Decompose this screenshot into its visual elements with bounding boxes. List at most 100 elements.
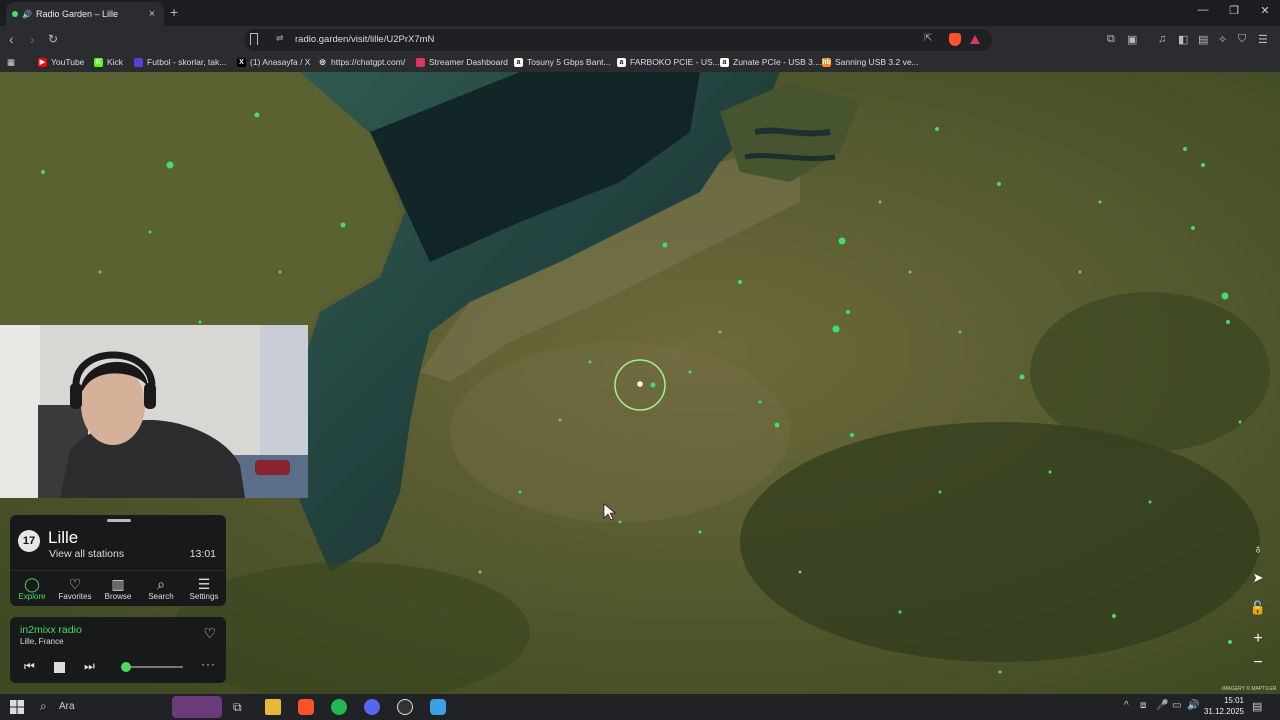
bookmark-icon[interactable] [250, 33, 258, 45]
local-time: 13:01 [189, 548, 216, 560]
bookmark-item[interactable]: Futbol - skorlar, tak... [134, 57, 226, 67]
bookmark-label: https://chatgpt.com/ [331, 57, 406, 67]
restore-button[interactable]: ❐ [1219, 4, 1249, 17]
heart-icon: ♡ [68, 576, 82, 592]
hb-icon: hb [822, 57, 831, 67]
file-explorer-icon[interactable] [265, 699, 281, 715]
nav-label: Explore [18, 592, 46, 601]
bookmark-item[interactable]: Streamer Dashboard [416, 57, 508, 67]
widgets-icon[interactable] [172, 696, 222, 718]
network-icon[interactable]: ▭ [1172, 700, 1181, 711]
zoom-out-icon[interactable]: − [1248, 653, 1268, 673]
balloon-icon[interactable]: ♁ [1248, 539, 1268, 559]
brave-browser-icon[interactable] [298, 699, 314, 715]
tab-bar: 🔊 Radio Garden – Lille × + — ❐ ✕ [0, 0, 1280, 26]
locate-icon[interactable]: ➤ [1248, 568, 1268, 588]
nav-label: Browse [104, 592, 132, 601]
drag-handle[interactable] [107, 519, 131, 522]
obs-icon[interactable] [397, 699, 413, 715]
audio-playing-icon[interactable]: 🔊 [22, 10, 32, 19]
close-window-button[interactable]: ✕ [1250, 4, 1280, 17]
notifications-icon[interactable]: ▤ [1252, 700, 1262, 713]
station-name[interactable]: in2mixx radio [20, 624, 82, 636]
stop-button[interactable] [54, 662, 65, 673]
leo-ai-icon[interactable]: ✧ [1218, 33, 1227, 46]
extensions-icon[interactable]: ⧉ [1107, 33, 1115, 46]
nav-explore[interactable]: ◯ Explore [11, 576, 53, 601]
app-icon[interactable] [430, 699, 446, 715]
back-icon[interactable]: ‹ [9, 32, 14, 46]
panel-nav: ◯ Explore ♡ Favorites ▥ Browse ⌕ Search ☰ Setting… [10, 570, 226, 606]
bookmark-item[interactable]: ▶ YouTube [38, 57, 84, 67]
bookmark-label: Futbol - skorlar, tak... [147, 57, 227, 67]
city-name: Lille [48, 528, 79, 547]
microphone-icon[interactable]: 🎤 [1156, 700, 1168, 711]
clock-time: 15:01 [1223, 696, 1244, 705]
amazon-icon: a [617, 57, 626, 67]
menu-icon[interactable]: ☰ [1258, 33, 1268, 46]
bookmark-item[interactable]: a Zunate PCIe - USB 3.... [720, 57, 822, 67]
webcam-overlay [0, 325, 308, 498]
spotify-icon[interactable] [331, 699, 347, 715]
reload-icon[interactable]: ↻ [48, 32, 58, 46]
bookmark-item[interactable]: ◎ https://chatgpt.com/ [318, 57, 405, 67]
selected-location-dot[interactable] [637, 381, 643, 387]
nav-label: Search [148, 592, 174, 601]
explore-icon: ◯ [24, 576, 40, 592]
sidebar-icon[interactable]: ◧ [1178, 33, 1188, 46]
bookmark-item[interactable]: K Kick [94, 57, 123, 67]
system-clock[interactable]: 15:01 31.12.2025 [1202, 695, 1244, 717]
search-icon: ⌕ [157, 576, 165, 592]
discord-icon[interactable] [364, 699, 380, 715]
webcam-feed [0, 325, 308, 498]
wallet-icon[interactable]: ▤ [1198, 33, 1208, 46]
vpn-icon[interactable]: ⛉ [1238, 33, 1246, 46]
view-all-stations-link[interactable]: View all stations [49, 548, 124, 560]
brave-shields-icon[interactable] [949, 33, 961, 46]
favorite-heart-icon[interactable]: ♡ [203, 625, 216, 642]
task-view-icon[interactable]: ⧉ [233, 700, 242, 715]
nav-settings[interactable]: ☰ Settings [183, 576, 225, 601]
lock-icon[interactable]: 🔓 [1248, 598, 1268, 618]
address-bar[interactable]: ⇌ radio.garden/visit/lille/U2PrX7mN ⇱ [244, 29, 992, 51]
youtube-icon: ▶ [38, 57, 47, 67]
more-options-icon[interactable]: ··· [201, 657, 216, 671]
tab-close-icon[interactable]: × [146, 8, 158, 20]
bookmark-item[interactable]: a Tosuny 5 Gbps Bant... [514, 57, 611, 67]
forward-icon[interactable]: › [30, 32, 35, 46]
zoom-in-icon[interactable]: + [1248, 629, 1268, 649]
new-tab-button[interactable]: + [170, 4, 178, 20]
wallet-icon[interactable]: ▣ [1127, 33, 1137, 46]
tray-app-icon[interactable]: ⧈ [1140, 700, 1146, 711]
url-text[interactable]: radio.garden/visit/lille/U2PrX7mN [295, 34, 434, 45]
apps-grid-icon[interactable]: ▦ [7, 57, 15, 68]
bookmark-item[interactable]: hb Sanning USB 3.2 ve... [822, 57, 919, 67]
media-icon[interactable]: ♫ [1158, 33, 1166, 45]
bookmark-label: Sanning USB 3.2 ve... [835, 57, 919, 67]
site-info-icon[interactable]: ⇌ [276, 33, 284, 44]
minimize-button[interactable]: — [1188, 4, 1218, 16]
browser-tab[interactable]: 🔊 Radio Garden – Lille × [6, 2, 164, 26]
volume-slider[interactable] [126, 666, 183, 668]
bookmark-label: Streamer Dashboard [429, 57, 508, 67]
tray-chevron-icon[interactable]: ^ [1124, 700, 1129, 711]
previous-icon[interactable]: ⏮ [24, 659, 35, 674]
bookmark-item[interactable]: a FARBOKO PCIE - US... [617, 57, 720, 67]
share-icon[interactable]: ⇱ [924, 33, 932, 44]
menu-icon: ☰ [197, 576, 211, 592]
volume-knob[interactable] [121, 662, 131, 672]
bookmark-item[interactable]: X (1) Anasayfa / X [237, 57, 310, 67]
bookmark-label: YouTube [51, 57, 85, 67]
map-attribution: IMAGERY © MAPTILER [1222, 686, 1277, 692]
search-icon[interactable]: ⌕ [40, 699, 47, 714]
windows-start-icon[interactable] [9, 699, 25, 715]
taskbar-search[interactable]: Ara [59, 701, 75, 712]
amazon-icon: a [720, 57, 729, 67]
nav-search[interactable]: ⌕ Search [140, 576, 182, 601]
next-icon[interactable]: ⏭ [84, 659, 95, 674]
brave-rewards-icon[interactable] [970, 35, 980, 44]
nav-favorites[interactable]: ♡ Favorites [54, 576, 96, 601]
volume-icon[interactable]: 🔊 [1187, 700, 1199, 711]
nav-browse[interactable]: ▥ Browse [97, 576, 139, 601]
bookmark-label: Tosuny 5 Gbps Bant... [527, 57, 611, 67]
